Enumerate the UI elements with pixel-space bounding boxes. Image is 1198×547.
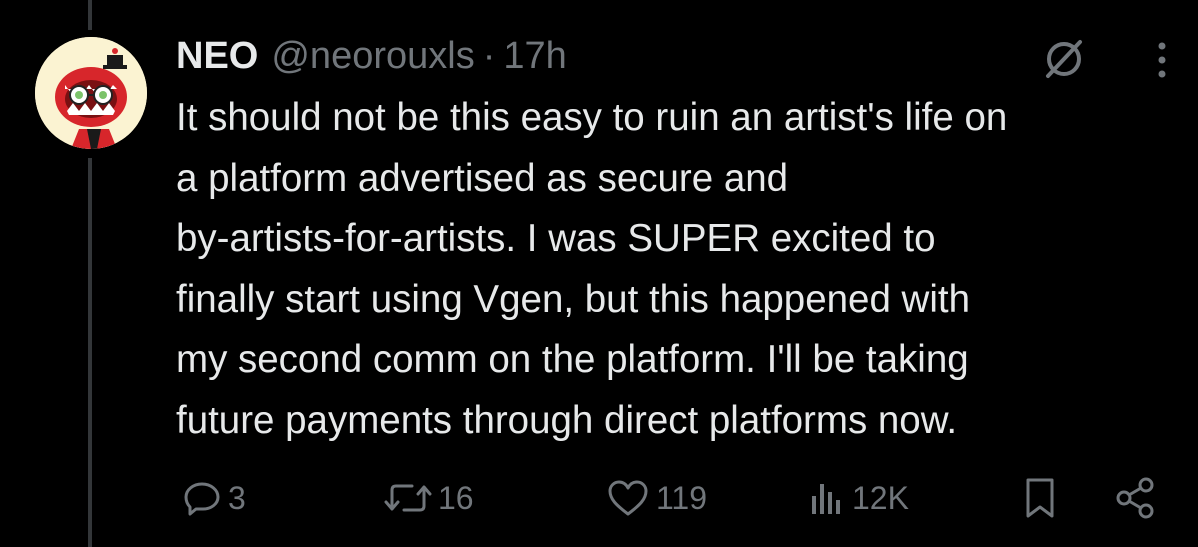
more-options-icon[interactable]: [1150, 40, 1174, 80]
like-icon: [608, 480, 648, 516]
display-name[interactable]: NEO: [176, 35, 258, 78]
timestamp[interactable]: 17h: [503, 35, 566, 78]
reply-count: 3: [228, 479, 246, 516]
share-button[interactable]: [1111, 470, 1159, 526]
reply-icon: [184, 482, 220, 516]
reply-button[interactable]: 3: [182, 470, 246, 526]
post-text: It should not be this easy to ruin an ar…: [176, 96, 1008, 442]
views-count: 12K: [852, 479, 909, 516]
share-icon: [1116, 477, 1154, 519]
grok-icon[interactable]: [1040, 34, 1088, 82]
avatar[interactable]: [35, 37, 147, 149]
avatar-illustration: [35, 37, 147, 149]
like-button[interactable]: 119: [606, 470, 707, 526]
views-button[interactable]: 12K: [806, 470, 909, 526]
post-header: NEO @neorouxls · 17h: [176, 30, 567, 82]
repost-count: 16: [438, 479, 474, 516]
repost-button[interactable]: 16: [384, 470, 474, 526]
user-handle[interactable]: @neorouxls: [271, 35, 474, 78]
bookmark-button[interactable]: [1020, 470, 1060, 526]
views-icon: [812, 484, 840, 514]
thread-line-top: [88, 0, 92, 30]
like-count: 119: [656, 479, 708, 516]
bookmark-icon: [1026, 478, 1054, 518]
repost-icon: [384, 484, 432, 512]
action-bar: 3 16 119 12K: [0, 470, 1198, 526]
separator-dot: ·: [482, 34, 496, 77]
